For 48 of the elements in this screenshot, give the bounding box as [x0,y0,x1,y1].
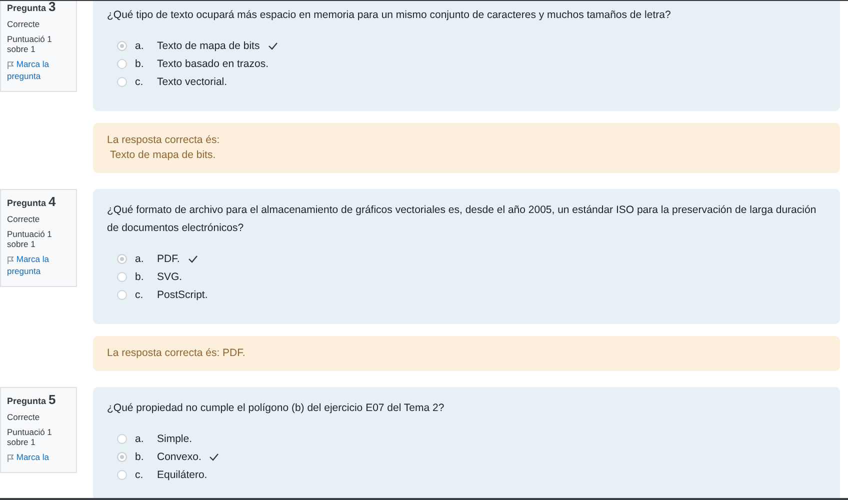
feedback-text: Texto de mapa de bits. [109,148,217,163]
question-state: Correcte [7,412,41,422]
radio-button[interactable] [117,58,127,68]
question-text: ¿Qué tipo de texto ocupará más espacio en memoria para un mismo conjunto de caracteres y muchos tamaños de letra? [107,8,672,23]
option-letter: c. [135,76,144,88]
option-letter: c. [135,288,144,300]
radio-button[interactable] [117,290,127,300]
question-mark: Puntuació 1 sobre 1 [7,427,53,447]
radio-button[interactable] [117,76,127,86]
option-letter: c. [135,468,144,480]
feedback-text: La resposta correcta és: [107,133,221,148]
question-text: ¿Qué propiedad no cumple el polígono (b) del ejercicio E07 del Tema 2? [107,401,446,416]
radio-button[interactable] [117,254,127,264]
flag-question-link[interactable]: Marca la pregunta [7,59,73,83]
option-text: Texto vectorial. [157,76,228,88]
question-state: Correcte [7,19,41,29]
flag-question-link[interactable]: Marca la pregunta [7,254,73,278]
option-text: Convexo. [157,450,202,462]
radio-button[interactable] [117,452,127,462]
option-text: PDF. [157,252,180,264]
radio-button[interactable] [117,470,127,480]
option-text: PostScript. [157,288,208,300]
radio-button[interactable] [117,272,127,282]
flag-question-link[interactable]: Marca la [7,452,73,464]
flag-icon [7,256,14,264]
option-letter: b. [135,270,145,282]
feedback-text: La resposta correcta és: PDF. [107,346,246,361]
option-letter: a. [135,432,145,444]
question-mark: Puntuació 1 sobre 1 [7,229,53,249]
question-number: Pregunta 5 [7,392,57,407]
radio-button[interactable] [117,434,127,444]
option-letter: b. [135,450,145,462]
option-text: Texto de mapa de bits [157,40,260,52]
option-letter: b. [135,58,145,70]
question-mark: Puntuació 1 sobre 1 [7,34,53,54]
question-text: ¿Qué formato de archivo para el almacenamiento de gráficos vectoriales es, desde el año 2005, un estándar ISO para la preservación de larga duración de documentos electrónicos? [107,203,818,236]
option-text: SVG. [157,270,182,282]
radio-button[interactable] [117,40,127,50]
option-letter: a. [135,252,145,264]
option-letter: a. [135,40,145,52]
option-text: Equilátero. [157,468,208,480]
question-number: Pregunta 3 [7,0,57,14]
question-state: Correcte [7,214,41,224]
flag-icon [7,454,14,462]
question-number: Pregunta 4 [7,194,57,209]
option-text: Simple. [157,432,192,444]
option-text: Texto basado en trazos. [157,58,268,70]
flag-icon [7,60,14,69]
